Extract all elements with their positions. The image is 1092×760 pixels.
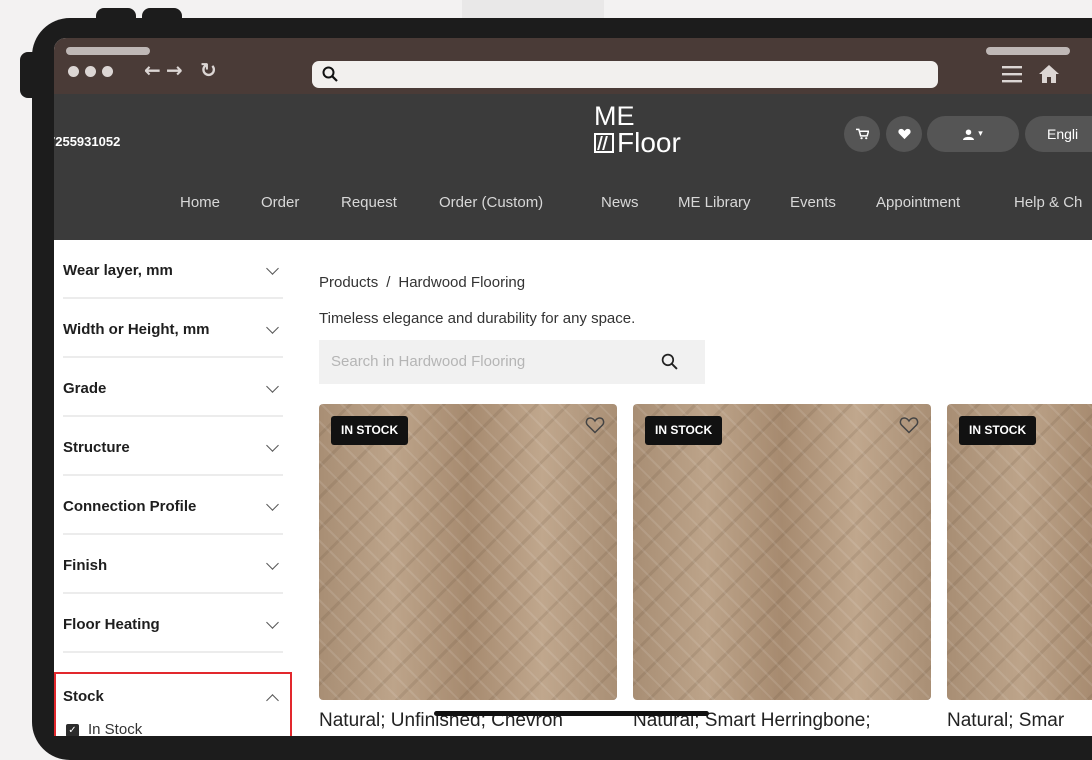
filter-floor-heating[interactable]: Floor Heating	[63, 594, 283, 653]
filter-label: Connection Profile	[63, 498, 197, 515]
breadcrumb-current: Hardwood Flooring	[398, 274, 526, 291]
chevron-down-icon	[266, 616, 279, 629]
product-listing: Products / Hardwood Flooring Timeless eleg…	[294, 240, 1092, 736]
home-icon[interactable]	[1038, 65, 1060, 83]
search-icon[interactable]	[661, 353, 678, 370]
filter-label: Finish	[63, 557, 108, 574]
filter-stock[interactable]: Stock	[63, 666, 283, 725]
filter-structure[interactable]: Structure	[63, 417, 283, 476]
category-search-input[interactable]: Search in Hardwood Flooring	[319, 340, 705, 384]
category-tagline: Timeless elegance and durability for any…	[319, 310, 636, 327]
chevron-down-icon	[266, 439, 279, 452]
chevron-down-icon	[266, 321, 279, 334]
back-arrow-icon[interactable]: ←	[144, 60, 161, 80]
in-stock-badge: IN STOCK	[331, 416, 409, 445]
site-logo[interactable]: ME Floor	[594, 101, 681, 158]
filter-label: Stock	[63, 688, 104, 705]
product-title[interactable]: Natural; Smar	[947, 710, 1064, 732]
language-selector[interactable]: Engli	[1025, 116, 1092, 152]
nav-order-custom[interactable]: Order (Custom)	[439, 194, 543, 211]
tablet-screen: ← → ↻ 7255931052 ME Floor ▾ Engli Home O…	[54, 38, 1092, 736]
nav-help[interactable]: Help & Ch	[1014, 194, 1082, 211]
forward-arrow-icon[interactable]: →	[166, 60, 183, 80]
browser-grabber-right	[986, 47, 1070, 55]
filter-finish[interactable]: Finish	[63, 535, 283, 594]
logo-mark-icon	[594, 133, 614, 153]
in-stock-badge: IN STOCK	[959, 416, 1037, 445]
logo-bottom-text: Floor	[617, 127, 681, 158]
filter-label: Grade	[63, 380, 107, 397]
site-header: 7255931052 ME Floor ▾ Engli Home Order R…	[54, 94, 1092, 240]
heart-icon	[897, 128, 911, 140]
filter-label: Wear layer, mm	[63, 262, 173, 279]
in-stock-label[interactable]: In Stock	[88, 721, 142, 736]
search-placeholder: Search in Hardwood Flooring	[331, 353, 526, 370]
chevron-down-icon: ▾	[978, 129, 983, 139]
account-dropdown-button[interactable]: ▾	[927, 116, 1019, 152]
nav-events[interactable]: Events	[790, 194, 836, 211]
nav-news[interactable]: News	[601, 194, 639, 211]
nav-order[interactable]: Order	[261, 194, 299, 211]
reload-icon[interactable]: ↻	[200, 60, 217, 80]
filter-sidebar: Wear layer, mm Width or Height, mm Grade…	[54, 240, 294, 736]
breadcrumb: Products / Hardwood Flooring	[319, 274, 525, 291]
product-image[interactable]: IN STOCK	[319, 404, 617, 700]
product-image[interactable]: IN STOCK	[947, 404, 1092, 700]
filter-width-height[interactable]: Width or Height, mm	[63, 299, 283, 358]
home-indicator[interactable]	[434, 711, 709, 716]
nav-home[interactable]: Home	[180, 194, 220, 211]
filter-label: Structure	[63, 439, 130, 456]
breadcrumb-separator: /	[386, 274, 391, 291]
phone-number[interactable]: 7255931052	[54, 134, 120, 149]
address-bar[interactable]	[312, 61, 938, 88]
breadcrumb-products[interactable]: Products	[319, 274, 378, 291]
chevron-down-icon	[266, 498, 279, 511]
menu-icon[interactable]	[1002, 65, 1022, 83]
logo-top-text: ME	[594, 101, 635, 131]
chevron-up-icon	[266, 694, 279, 707]
heart-icon[interactable]	[899, 416, 919, 434]
chevron-down-icon	[266, 380, 279, 393]
nav-me-library[interactable]: ME Library	[678, 194, 751, 211]
heart-icon[interactable]	[585, 416, 605, 434]
user-icon	[963, 128, 975, 140]
filter-label: Width or Height, mm	[63, 321, 210, 338]
chevron-down-icon	[266, 557, 279, 570]
window-dots-icon[interactable]	[68, 66, 113, 77]
main-navigation: Home Order Request Order (Custom) News M…	[54, 194, 1092, 224]
browser-grabber-left	[66, 47, 150, 55]
filter-wear-layer[interactable]: Wear layer, mm	[63, 240, 283, 299]
browser-toolbar: ← → ↻	[54, 38, 1092, 94]
in-stock-badge: IN STOCK	[645, 416, 723, 445]
cart-button[interactable]	[844, 116, 880, 152]
chevron-down-icon	[266, 262, 279, 275]
search-icon	[322, 66, 338, 82]
filter-label: Floor Heating	[63, 616, 160, 633]
filter-connection-profile[interactable]: Connection Profile	[63, 476, 283, 535]
filter-stock-highlight: Stock ✓ In Stock	[54, 672, 292, 736]
in-stock-checkbox[interactable]: ✓	[66, 724, 79, 736]
filter-grade[interactable]: Grade	[63, 358, 283, 417]
nav-appointment[interactable]: Appointment	[876, 194, 960, 211]
wishlist-button[interactable]	[886, 116, 922, 152]
product-image[interactable]: IN STOCK	[633, 404, 931, 700]
nav-request[interactable]: Request	[341, 194, 397, 211]
cart-icon	[855, 128, 869, 140]
